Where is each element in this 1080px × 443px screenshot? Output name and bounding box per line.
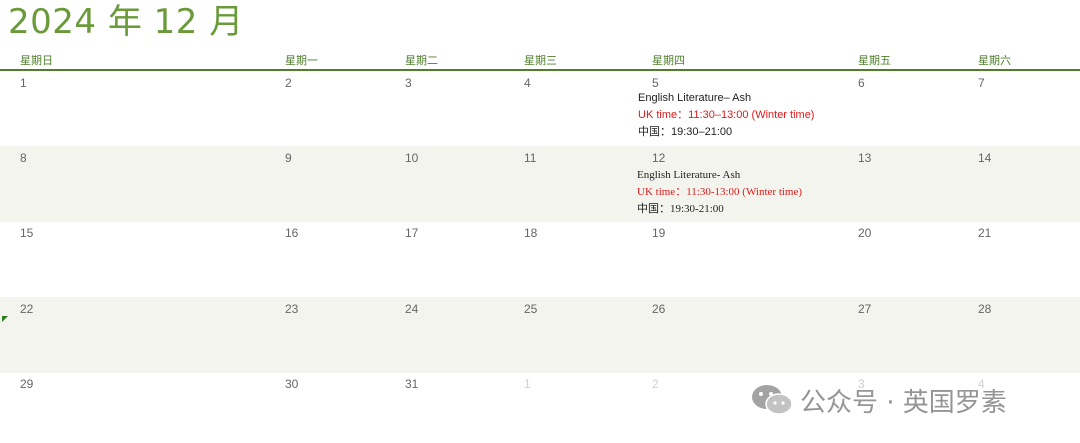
day-cell[interactable]: 22 <box>20 302 33 316</box>
day-cell-next-month[interactable]: 1 <box>524 377 531 391</box>
day-cell[interactable]: 17 <box>405 226 418 240</box>
week-row-3: 15 16 17 18 19 20 21 <box>0 221 1080 297</box>
day-cell[interactable]: 23 <box>285 302 298 316</box>
week-row-4: 22 23 24 25 26 27 28 <box>0 297 1080 373</box>
day-cell[interactable]: 13 <box>858 151 871 165</box>
watermark-text: 公众号 · 英国罗素 <box>800 387 1007 418</box>
event-english-literature[interactable]: English Literature– Ash UK time：11:30–13… <box>638 90 814 141</box>
event-title: English Literature- Ash <box>637 169 741 181</box>
event-title: English Literature– Ash <box>638 92 752 104</box>
event-english-literature[interactable]: English Literature- Ash UK time：11:30-13… <box>637 167 802 218</box>
day-cell[interactable]: 10 <box>405 151 418 165</box>
day-cell[interactable]: 31 <box>405 377 418 391</box>
weekday-header: 星期日 星期一 星期二 星期三 星期四 星期五 星期六 <box>0 53 1080 71</box>
day-cell[interactable]: 8 <box>20 151 27 165</box>
weekday-thursday: 星期四 <box>652 54 685 67</box>
day-cell[interactable]: 7 <box>978 76 985 90</box>
day-cell-next-month[interactable]: 2 <box>652 377 659 391</box>
day-cell[interactable]: 11 <box>524 151 536 165</box>
event-uk-time: UK time：11:30–13:00 (Winter time) <box>638 109 815 121</box>
day-cell[interactable]: 21 <box>978 226 991 240</box>
day-cell[interactable]: 3 <box>405 76 412 90</box>
day-cell[interactable]: 4 <box>524 76 531 90</box>
weekday-wednesday: 星期三 <box>524 54 557 67</box>
day-cell[interactable]: 27 <box>858 302 871 316</box>
event-china-time: 中国：19:30–21:00 <box>638 126 733 138</box>
day-cell[interactable]: 2 <box>285 76 292 90</box>
event-china-time: 中国：19:30-21:00 <box>637 203 724 215</box>
weekday-tuesday: 星期二 <box>405 54 438 67</box>
day-cell[interactable]: 9 <box>285 151 292 165</box>
week-row-1: 1 2 3 4 5 6 7 English Literature– Ash UK… <box>0 71 1080 147</box>
day-cell[interactable]: 12 <box>652 151 665 165</box>
calendar-title: 2024 年 12 月 <box>8 2 244 42</box>
week-row-2: 8 9 10 11 12 13 14 English Literature- A… <box>0 146 1080 222</box>
day-cell[interactable]: 24 <box>405 302 418 316</box>
day-cell[interactable]: 6 <box>858 76 865 90</box>
weekday-saturday: 星期六 <box>978 54 1011 67</box>
wechat-icon <box>752 385 793 415</box>
day-cell[interactable]: 15 <box>20 226 33 240</box>
day-cell[interactable]: 19 <box>652 226 665 240</box>
weekday-sunday: 星期日 <box>20 54 53 67</box>
day-cell[interactable]: 26 <box>652 302 665 316</box>
day-cell[interactable]: 28 <box>978 302 991 316</box>
weekday-friday: 星期五 <box>858 54 891 67</box>
calendar-page: 2024 年 12 月 星期日 星期一 星期二 星期三 星期四 星期五 星期六 … <box>0 0 1080 443</box>
event-uk-time: UK time：11:30-13:00 (Winter time) <box>637 186 803 198</box>
weekday-monday: 星期一 <box>285 54 318 67</box>
day-cell[interactable]: 1 <box>20 76 27 90</box>
day-cell[interactable]: 25 <box>524 302 537 316</box>
day-cell[interactable]: 18 <box>524 226 537 240</box>
watermark: 公众号 · 英国罗素 <box>750 380 1007 420</box>
day-cell[interactable]: 20 <box>858 226 871 240</box>
day-cell[interactable]: 5 <box>652 76 659 90</box>
cell-marker <box>2 316 8 322</box>
day-cell[interactable]: 29 <box>20 377 33 391</box>
day-cell[interactable]: 30 <box>285 377 298 391</box>
day-cell[interactable]: 16 <box>285 226 298 240</box>
day-cell[interactable]: 14 <box>978 151 991 165</box>
